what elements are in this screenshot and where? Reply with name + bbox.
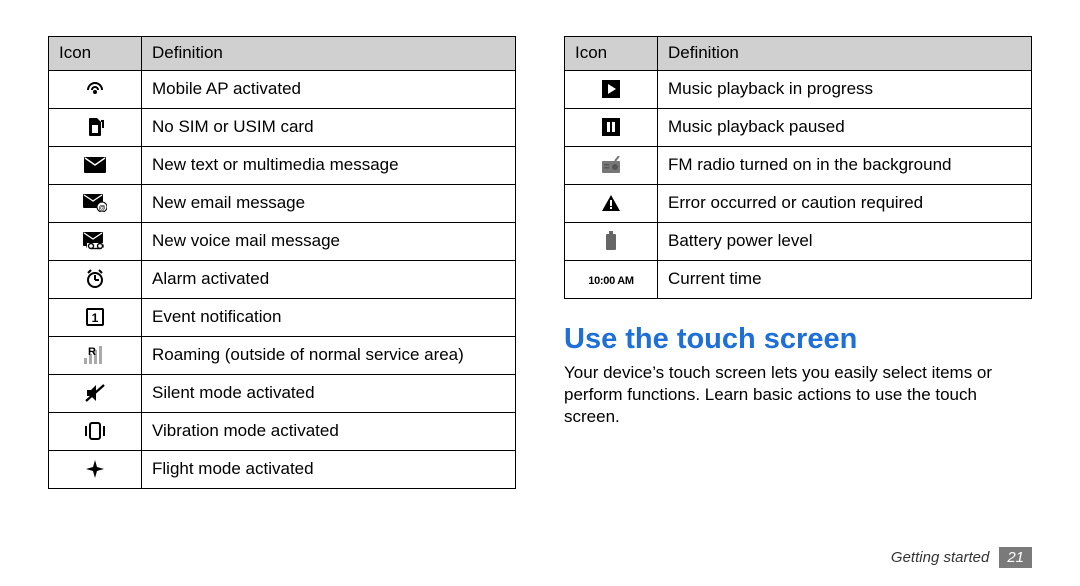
table-row: R Roaming (outside of normal service area…: [49, 337, 516, 375]
left-column: Icon Definition Mobile AP activatedNo SI…: [48, 36, 516, 586]
fm-radio-icon: [565, 147, 658, 185]
music-play-icon: [565, 71, 658, 109]
new-message-icon: [49, 147, 142, 185]
table-row: 10:00 AMCurrent time: [565, 261, 1032, 299]
vibration-icon: [49, 413, 142, 451]
page-number: 21: [999, 547, 1032, 568]
roaming-icon: R: [49, 337, 142, 375]
event-icon: 1: [49, 299, 142, 337]
table-header-definition: Definition: [142, 37, 516, 71]
table-row: Alarm activated: [49, 261, 516, 299]
table-row: No SIM or USIM card: [49, 109, 516, 147]
definition-cell: New voice mail message: [142, 223, 516, 261]
definition-cell: FM radio turned on in the background: [658, 147, 1032, 185]
table-row: Music playback in progress: [565, 71, 1032, 109]
svg-text:R: R: [88, 346, 96, 358]
table-row: Silent mode activated: [49, 375, 516, 413]
music-pause-icon: [565, 109, 658, 147]
table-row: Battery power level: [565, 223, 1032, 261]
table-row: New text or multimedia message: [49, 147, 516, 185]
icon-table-right: Icon Definition Music playback in progre…: [564, 36, 1032, 299]
table-header-icon: Icon: [49, 37, 142, 71]
definition-cell: New email message: [142, 185, 516, 223]
new-email-icon: @: [49, 185, 142, 223]
svg-text:1: 1: [92, 311, 99, 325]
battery-icon: [565, 223, 658, 261]
page-footer: Getting started 21: [891, 547, 1032, 568]
definition-cell: Vibration mode activated: [142, 413, 516, 451]
right-column: Icon Definition Music playback in progre…: [564, 36, 1032, 586]
silent-mode-icon: [49, 375, 142, 413]
definition-cell: Current time: [658, 261, 1032, 299]
new-voicemail-icon: [49, 223, 142, 261]
definition-cell: Roaming (outside of normal service area): [142, 337, 516, 375]
table-header-icon: Icon: [565, 37, 658, 71]
definition-cell: Event notification: [142, 299, 516, 337]
alarm-icon: [49, 261, 142, 299]
definition-cell: Error occurred or caution required: [658, 185, 1032, 223]
table-row: FM radio turned on in the background: [565, 147, 1032, 185]
table-row: 1 Event notification: [49, 299, 516, 337]
icon-table-left: Icon Definition Mobile AP activatedNo SI…: [48, 36, 516, 489]
definition-cell: New text or multimedia message: [142, 147, 516, 185]
mobile-ap-icon: [49, 71, 142, 109]
definition-cell: Alarm activated: [142, 261, 516, 299]
table-row: Error occurred or caution required: [565, 185, 1032, 223]
section-body: Your device’s touch screen lets you easi…: [564, 362, 1032, 427]
table-row: Music playback paused: [565, 109, 1032, 147]
table-row: Mobile AP activated: [49, 71, 516, 109]
table-row: @ New email message: [49, 185, 516, 223]
error-icon: [565, 185, 658, 223]
definition-cell: Music playback paused: [658, 109, 1032, 147]
definition-cell: Mobile AP activated: [142, 71, 516, 109]
no-sim-icon: [49, 109, 142, 147]
table-row: Vibration mode activated: [49, 413, 516, 451]
table-row: Flight mode activated: [49, 451, 516, 489]
chapter-name: Getting started: [891, 549, 989, 566]
definition-cell: Music playback in progress: [658, 71, 1032, 109]
table-header-definition: Definition: [658, 37, 1032, 71]
definition-cell: Battery power level: [658, 223, 1032, 261]
definition-cell: No SIM or USIM card: [142, 109, 516, 147]
definition-cell: Flight mode activated: [142, 451, 516, 489]
flight-mode-icon: [49, 451, 142, 489]
time-icon: 10:00 AM: [565, 261, 658, 299]
definition-cell: Silent mode activated: [142, 375, 516, 413]
section-title: Use the touch screen: [564, 323, 1032, 356]
table-row: New voice mail message: [49, 223, 516, 261]
svg-text:@: @: [99, 205, 106, 212]
